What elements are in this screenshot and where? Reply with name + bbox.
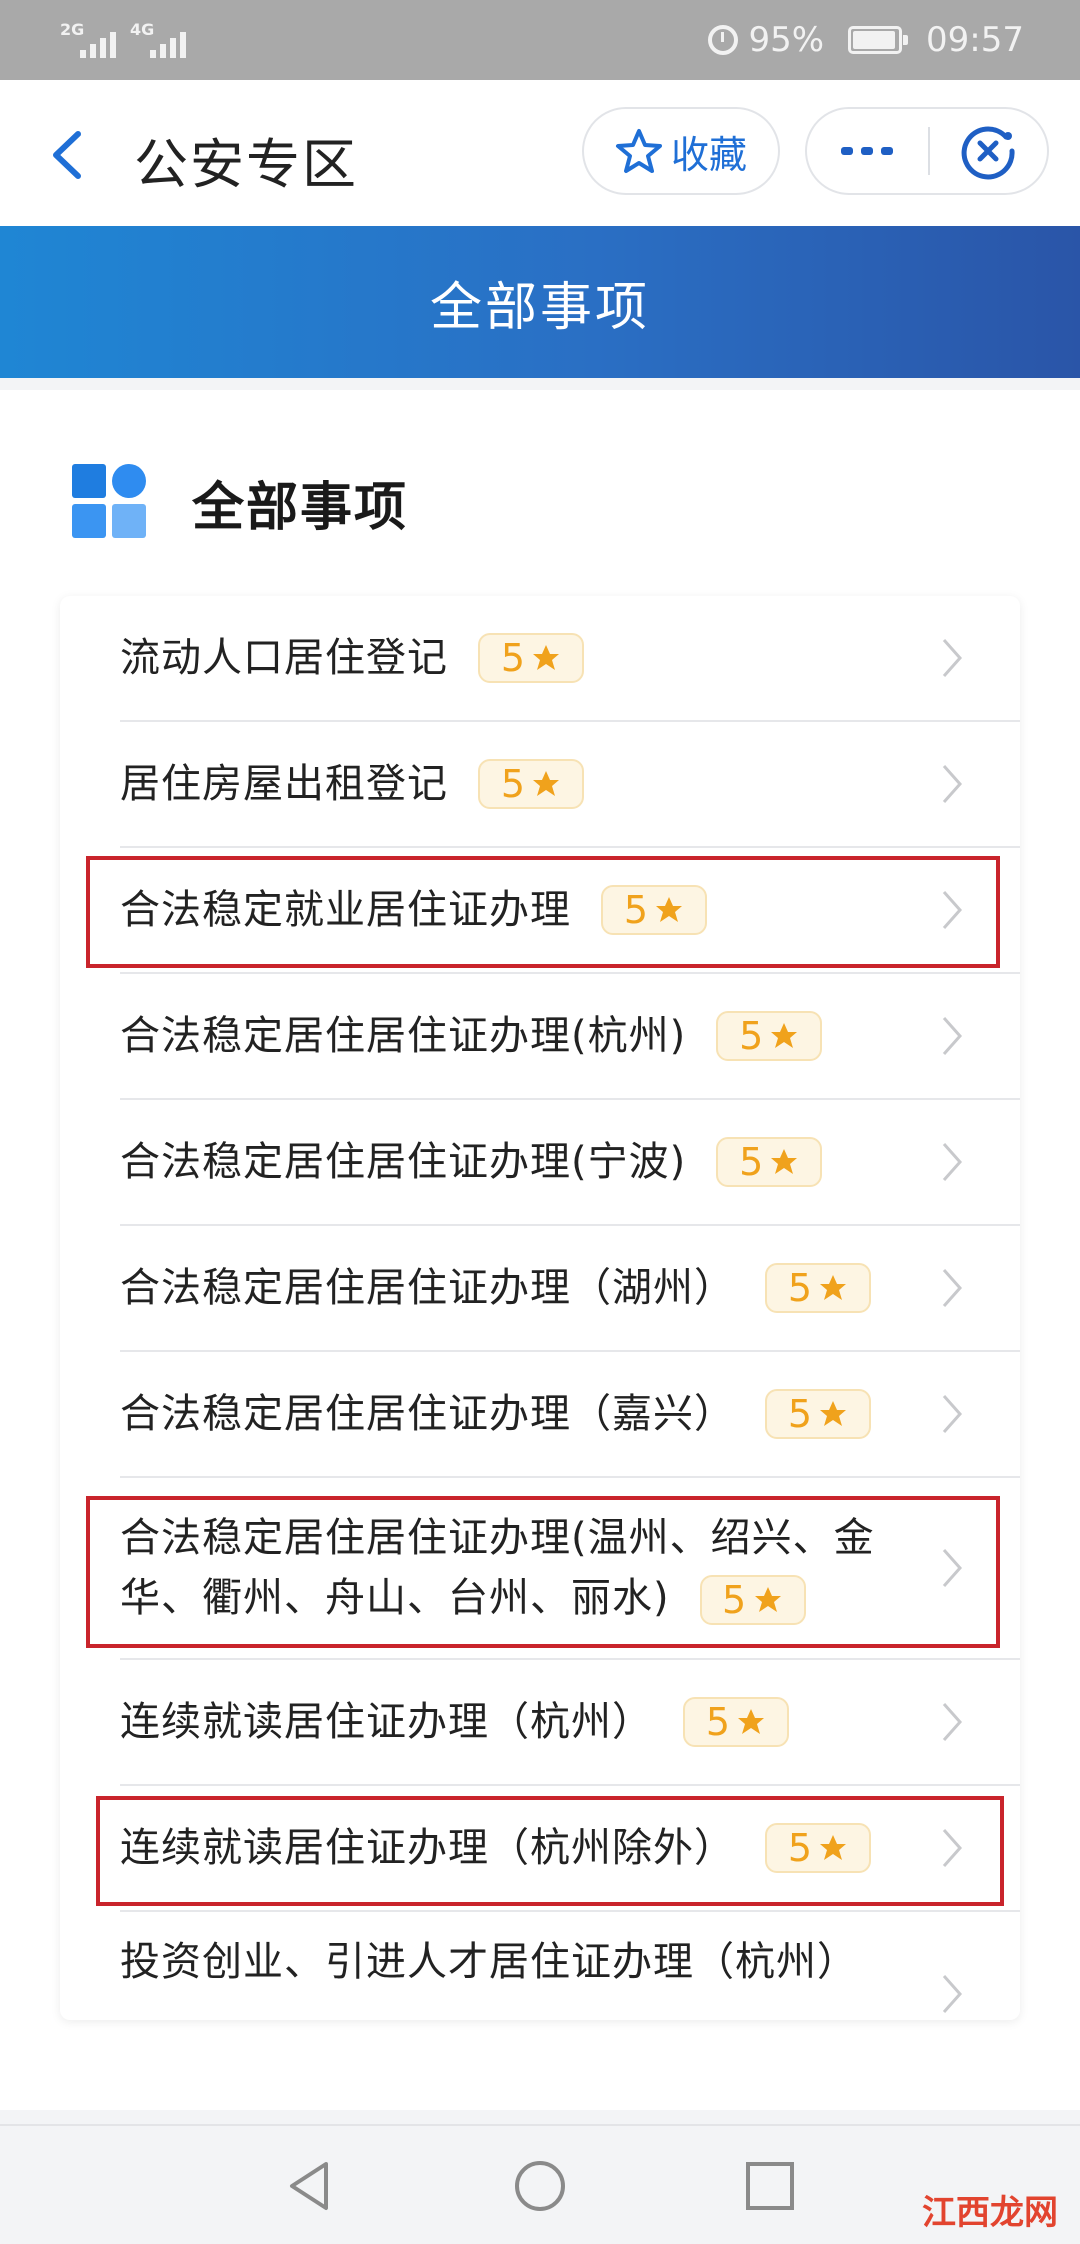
- star-outline-icon: [615, 129, 662, 173]
- rating-badge: 5: [601, 885, 707, 935]
- rating-badge: 5: [765, 1389, 871, 1439]
- chevron-right-icon: [942, 1549, 963, 1587]
- banner-title: 全部事项: [429, 277, 650, 338]
- chevron-right-icon: [942, 1017, 963, 1055]
- system-nav-bar: 江西龙网: [0, 2124, 1080, 2244]
- section-header: 全部事项: [72, 462, 408, 542]
- star-icon: [656, 897, 683, 922]
- chevron-right-icon: [942, 891, 963, 929]
- item-label: 投资创业、引进人才居住证办理（杭州）: [120, 1939, 858, 1985]
- chevron-right-icon: [942, 1269, 963, 1307]
- chevron-right-icon: [942, 1703, 963, 1741]
- nav-bar: 公安专区 收藏: [0, 80, 1080, 226]
- item-label-wrap: 合法稳定居住居住证办理(温州、绍兴、金华、衢州、舟山、台州、丽水) 5: [120, 1508, 920, 1628]
- list-item[interactable]: 合法稳定居住居住证办理(杭州) 5: [120, 974, 1020, 1100]
- list-item[interactable]: 连续就读居住证办理（杭州除外） 5: [120, 1786, 1020, 1912]
- battery-percent: 95%: [748, 20, 825, 60]
- item-label: 连续就读居住证办理（杭州除外）: [120, 1825, 735, 1871]
- more-dot-icon: [881, 147, 894, 155]
- rating-value: 5: [722, 1578, 748, 1622]
- rating-value: 5: [739, 1140, 764, 1184]
- more-dot-icon: [841, 147, 854, 155]
- more-dot-icon: [861, 147, 874, 155]
- star-icon: [771, 1149, 798, 1174]
- status-bar: 2G 4G 95% 09:57: [0, 0, 1080, 80]
- star-icon: [755, 1587, 782, 1612]
- signal-2g-icon: 2G: [60, 18, 116, 62]
- list-item[interactable]: 投资创业、引进人才居住证办理（杭州）: [120, 1912, 1020, 2020]
- item-label: 合法稳定居住居住证办理（湖州）: [120, 1265, 735, 1311]
- rating-value: 5: [739, 1014, 764, 1058]
- back-arrow-icon[interactable]: [48, 130, 88, 180]
- header-banner: 全部事项: [0, 226, 1080, 378]
- list-item[interactable]: 合法稳定居住居住证办理(温州、绍兴、金华、衢州、舟山、台州、丽水) 5: [120, 1478, 1020, 1660]
- list-item[interactable]: 连续就读居住证办理（杭州） 5: [120, 1660, 1020, 1786]
- item-label: 合法稳定居住居住证办理（嘉兴）: [120, 1391, 735, 1437]
- rating-value: 5: [787, 1392, 813, 1436]
- favorite-label: 收藏: [670, 132, 747, 177]
- clock: 09:57: [926, 20, 1024, 60]
- rating-value: 5: [705, 1700, 731, 1744]
- service-list: 流动人口居住登记 5 居住房屋出租登记 5 合法稳定就业居住证办理 5 合法稳定…: [60, 596, 1020, 2020]
- rating-badge: 5: [699, 1575, 806, 1625]
- rating-value: 5: [500, 762, 526, 806]
- list-item[interactable]: 流动人口居住登记 5: [120, 596, 1020, 722]
- item-label: 流动人口居住登记: [120, 635, 448, 681]
- rating-badge: 5: [716, 1011, 823, 1061]
- nav-home-icon[interactable]: [510, 2156, 570, 2216]
- rating-badge: 5: [683, 1697, 789, 1747]
- chevron-right-icon: [942, 1975, 963, 2013]
- chevron-right-icon: [942, 765, 963, 803]
- rating-value: 5: [500, 636, 526, 680]
- item-label: 连续就读居住证办理（杭州）: [120, 1699, 653, 1745]
- star-icon: [533, 771, 560, 796]
- chevron-right-icon: [942, 639, 963, 677]
- chevron-right-icon: [942, 1829, 963, 1867]
- star-icon: [820, 1401, 847, 1426]
- rating-value: 5: [787, 1266, 813, 1310]
- list-item[interactable]: 合法稳定就业居住证办理 5: [120, 848, 1020, 974]
- rating-badge: 5: [478, 759, 584, 809]
- close-button[interactable]: [930, 109, 1047, 193]
- rating-value: 5: [623, 888, 649, 932]
- list-item[interactable]: 合法稳定居住居住证办理（嘉兴） 5: [120, 1352, 1020, 1478]
- rating-badge: 5: [478, 633, 584, 683]
- signal-4g-icon: 4G: [130, 18, 186, 62]
- star-icon: [820, 1835, 847, 1860]
- item-label: 合法稳定居住居住证办理(杭州): [120, 1013, 687, 1059]
- watermark-text: 江西龙网: [922, 2193, 1058, 2233]
- more-button[interactable]: [807, 109, 928, 193]
- star-icon: [771, 1023, 798, 1048]
- rating-badge: 5: [765, 1263, 871, 1313]
- mini-program-capsule: [805, 107, 1049, 195]
- star-icon: [738, 1709, 765, 1734]
- item-label: 居住房屋出租登记: [120, 761, 448, 807]
- star-icon: [533, 645, 560, 670]
- status-right: 95% 09:57: [708, 20, 1024, 60]
- item-label: 合法稳定居住居住证办理(宁波): [120, 1139, 687, 1185]
- section-title: 全部事项: [192, 477, 409, 538]
- nav-recents-icon[interactable]: [740, 2156, 800, 2216]
- close-circle-icon: [962, 126, 1015, 180]
- star-icon: [820, 1275, 847, 1300]
- nav-back-icon[interactable]: [280, 2156, 340, 2216]
- content-area: 全部事项 流动人口居住登记 5 居住房屋出租登记 5 合法稳定就业居住证办理 5…: [0, 390, 1080, 2110]
- alarm-icon: [708, 25, 739, 55]
- battery-icon: [848, 26, 909, 54]
- chevron-right-icon: [942, 1395, 963, 1433]
- list-item[interactable]: 合法稳定居住居住证办理（湖州） 5: [120, 1226, 1020, 1352]
- rating-value: 5: [787, 1826, 813, 1870]
- page-title: 公安专区: [134, 133, 358, 196]
- list-item[interactable]: 居住房屋出租登记 5: [120, 722, 1020, 848]
- rating-badge: 5: [716, 1137, 823, 1187]
- list-item[interactable]: 合法稳定居住居住证办理(宁波) 5: [120, 1100, 1020, 1226]
- category-grid-icon: [72, 464, 148, 540]
- item-label: 合法稳定就业居住证办理: [120, 887, 571, 933]
- chevron-right-icon: [942, 1143, 963, 1181]
- signal-group: 2G 4G: [60, 18, 186, 62]
- rating-badge: 5: [765, 1823, 871, 1873]
- favorite-button[interactable]: 收藏: [582, 107, 780, 195]
